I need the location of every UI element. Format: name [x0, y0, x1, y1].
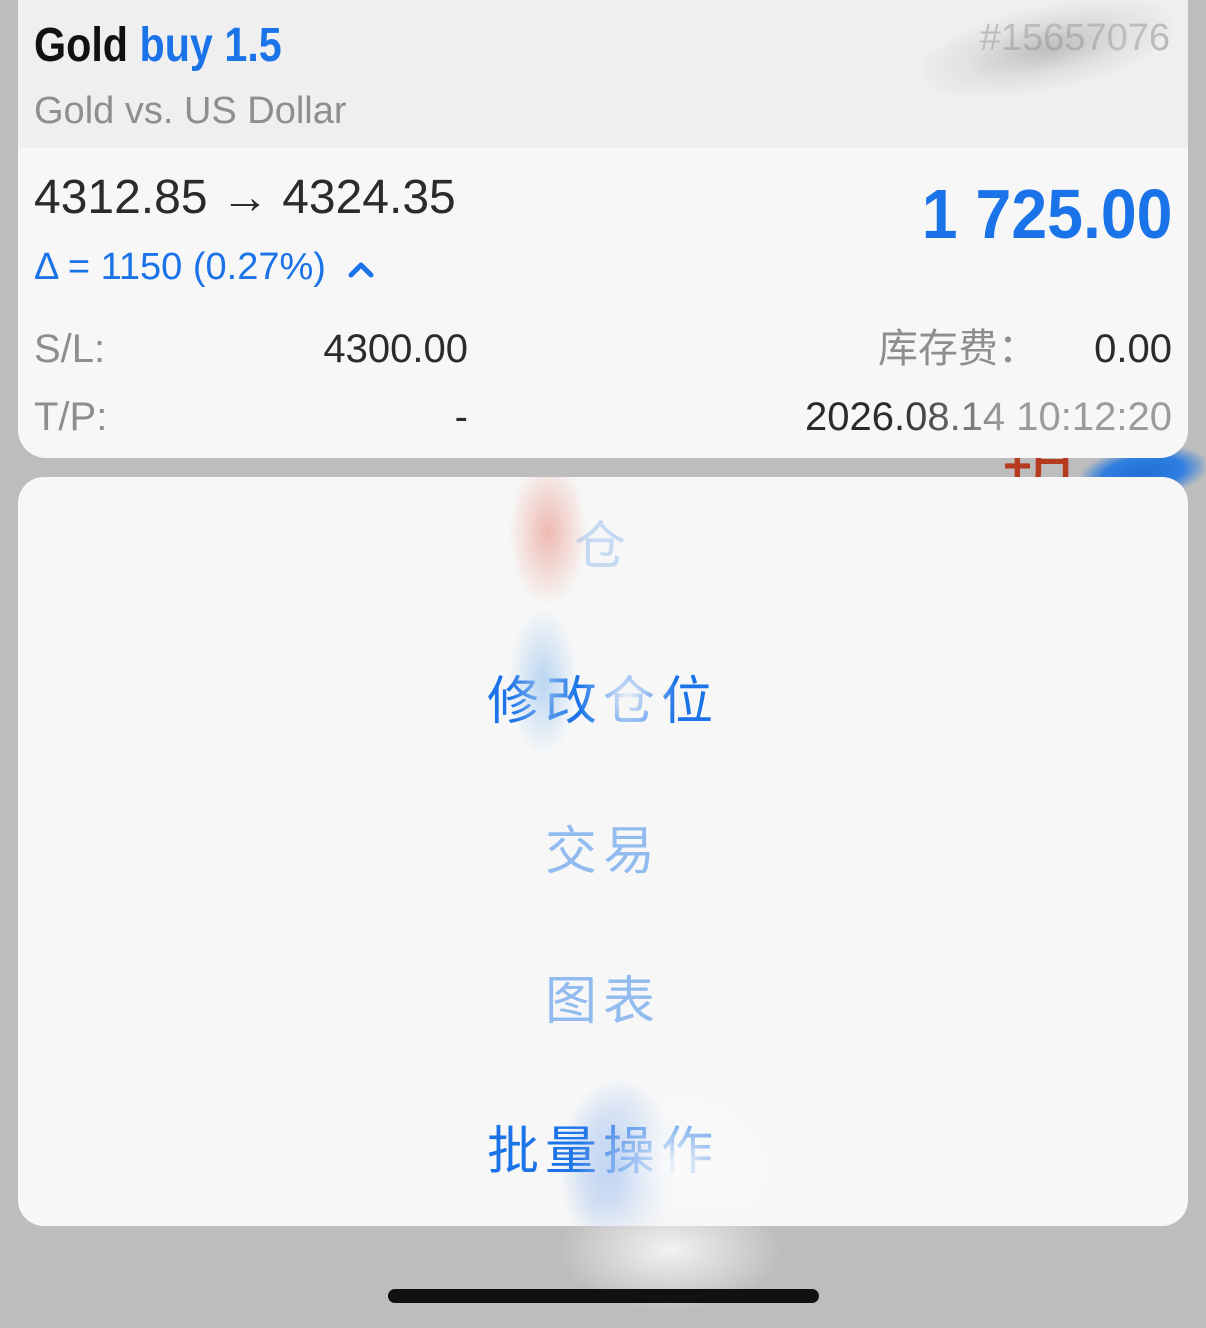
profit-value: 1 725.00	[921, 175, 1172, 253]
position-title: Gold buy 1.5	[34, 16, 282, 76]
chevron-up-icon	[348, 262, 374, 278]
stop-loss-value: 4300.00	[323, 327, 468, 371]
order-volume: 1.5	[224, 19, 282, 72]
home-indicator[interactable]	[388, 1289, 819, 1303]
action-close-position[interactable]: 仓	[18, 477, 1188, 627]
open-price: 4312.85	[34, 171, 208, 224]
take-profit-value: -	[454, 395, 468, 439]
symbol-description: Gold vs. US Dollar	[34, 90, 347, 132]
action-sheet: 仓 修改仓位 交易 图表 批量操作	[18, 477, 1188, 1226]
action-bulk-operations[interactable]: 批量操作	[18, 1077, 1188, 1226]
swap-value: 0.00	[1094, 327, 1172, 371]
swap-label: 库存费：	[878, 327, 1038, 371]
order-side: buy	[139, 19, 213, 72]
action-label: 修改仓位	[486, 673, 719, 731]
action-label: 图表	[544, 973, 661, 1031]
take-profit-label: T/P:	[34, 395, 108, 439]
price-range: 4312.85 → 4324.35	[34, 170, 456, 226]
position-card[interactable]: Gold buy 1.5 #15657076 Gold vs. US Dolla…	[18, 0, 1188, 458]
action-label: 仓	[573, 518, 632, 576]
action-label: 交易	[544, 823, 661, 881]
action-trade[interactable]: 交易	[18, 777, 1188, 927]
delta-text: Δ = 1150 (0.27%)	[34, 246, 326, 288]
symbol-name: Gold	[34, 19, 129, 72]
action-modify-position[interactable]: 修改仓位	[18, 627, 1188, 777]
action-chart[interactable]: 图表	[18, 927, 1188, 1077]
stop-loss-label: S/L:	[34, 327, 106, 371]
current-price: 4324.35	[282, 171, 456, 224]
price-delta: Δ = 1150 (0.27%)	[34, 244, 374, 290]
price-arrow: →	[220, 171, 269, 224]
time-redaction	[898, 386, 1188, 446]
action-label: 批量操作	[486, 1123, 719, 1181]
